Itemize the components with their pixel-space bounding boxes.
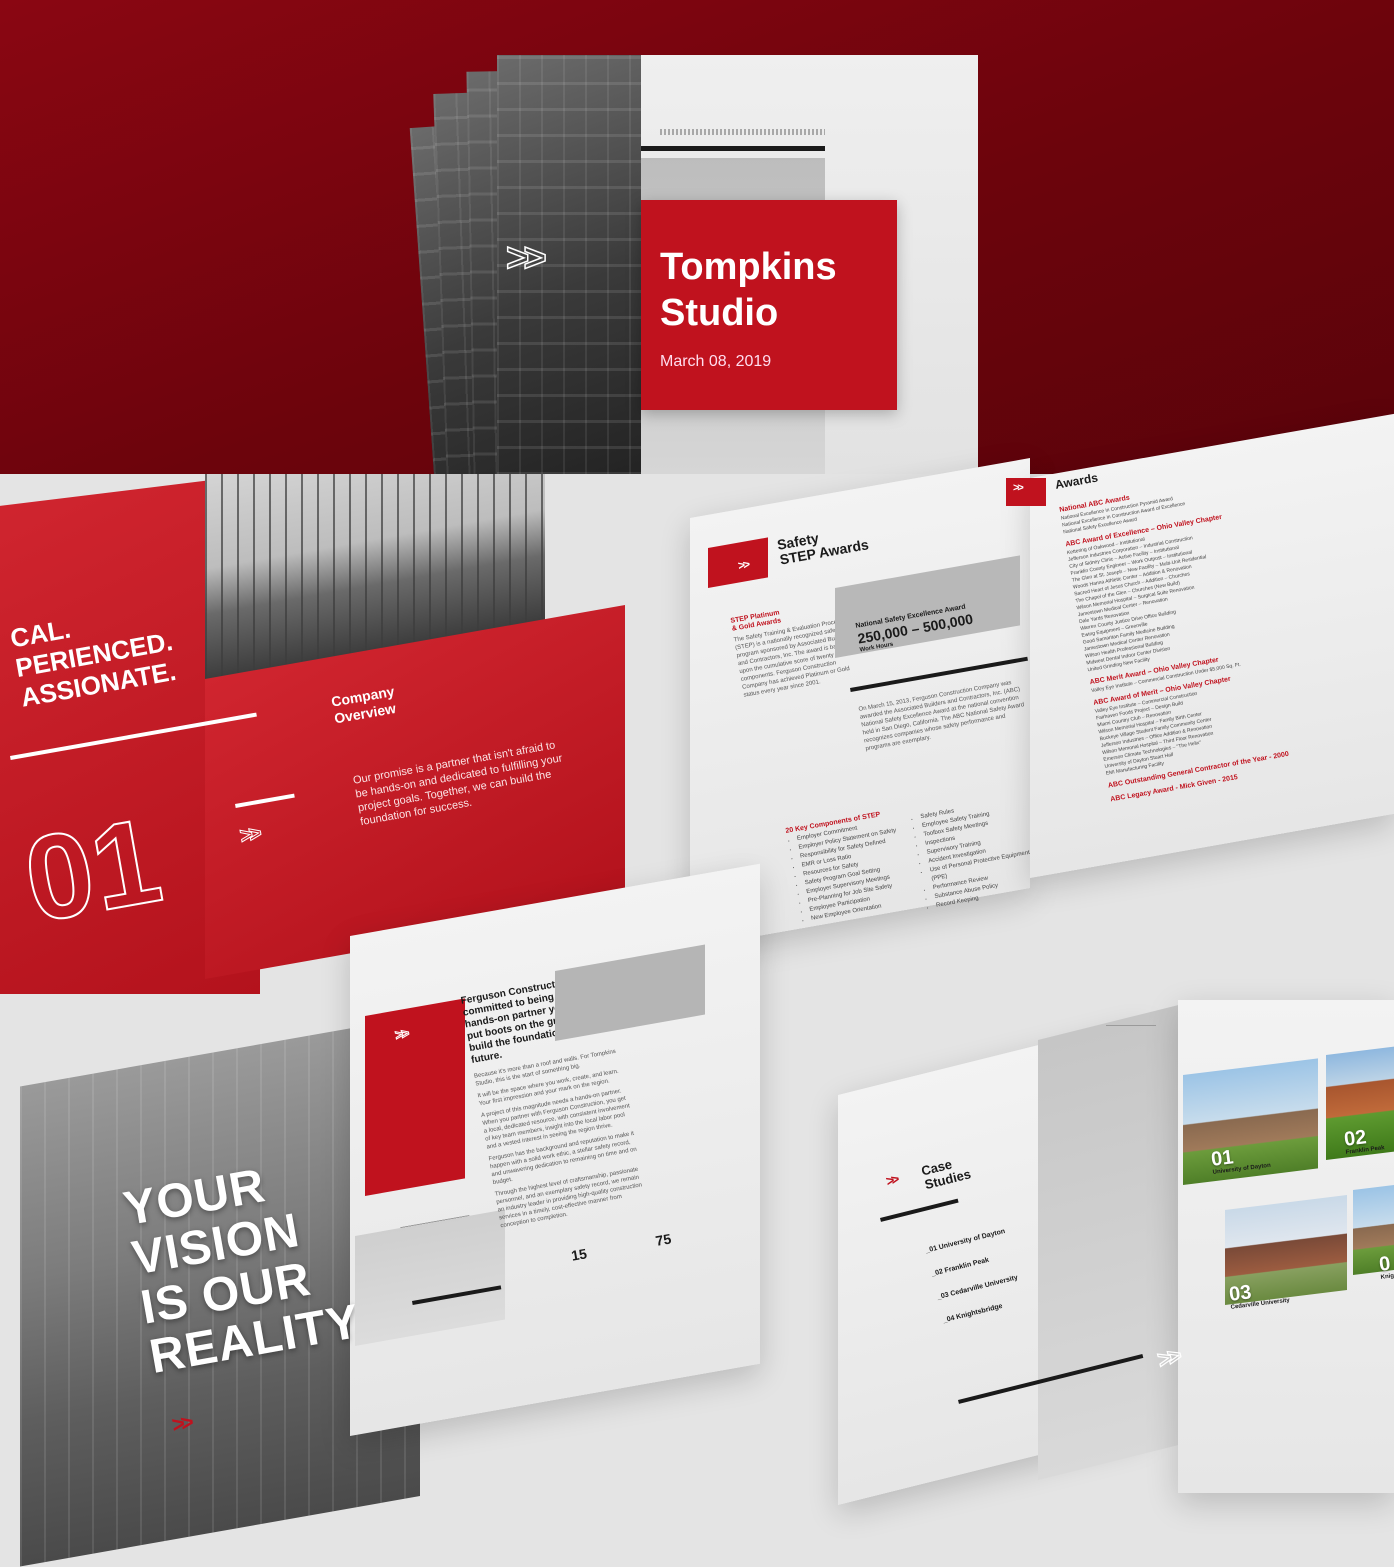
cover-rule	[641, 146, 825, 151]
vision-headline: YOUR VISION IS OUR REALITY.	[120, 1148, 373, 1384]
chevron-icon: >>	[237, 820, 260, 849]
safety-spread: >> Safety STEP Awards STEP Platinum & Go…	[690, 413, 1394, 978]
awards-list: National ABC Awards National Excellence i…	[1058, 450, 1394, 805]
cover-title-line2: Studio	[660, 292, 779, 334]
components-col2: Safety RulesEmployee Safety TrainingTool…	[910, 793, 1050, 912]
chevron-icon: >>	[505, 235, 547, 281]
cover-date: March 08, 2019	[660, 353, 772, 370]
case-spread: >> Case Studies _01 University of Dayton…	[838, 1000, 1394, 1505]
vision-red-block	[365, 998, 465, 1196]
components-col1: Employer CommitmentEmployer Policy State…	[787, 817, 918, 935]
cover-title-block: Tompkins Studio March 08, 2019	[641, 200, 897, 410]
hero-banner: >> Tompkins Studio March 08, 2019	[0, 0, 1394, 474]
section-number: 01	[14, 792, 171, 949]
cover-dots	[660, 129, 825, 135]
case-micro-dots	[1106, 1025, 1156, 1028]
chevron-icon: >>	[169, 1409, 192, 1438]
chevron-icon: >>	[393, 1025, 409, 1044]
chevron-icon: >>	[1013, 482, 1024, 494]
case-photo-number: 0	[1377, 1252, 1392, 1276]
vision-stat1-value: 15	[570, 1245, 589, 1264]
vision-stat2-value: 75	[654, 1230, 673, 1249]
cover-title-line1: Tompkins	[660, 246, 837, 288]
case-photo-label: 0 Knig	[1377, 1252, 1394, 1281]
case-gray-band	[1038, 1000, 1198, 1480]
awards-header-block	[1006, 478, 1046, 506]
vision-spread: YOUR VISION IS OUR REALITY. >> >> Fergus…	[20, 863, 760, 1567]
chevron-icon: >>	[736, 557, 750, 573]
case-photo-label: 02 Franklin Peak	[1343, 1125, 1385, 1156]
